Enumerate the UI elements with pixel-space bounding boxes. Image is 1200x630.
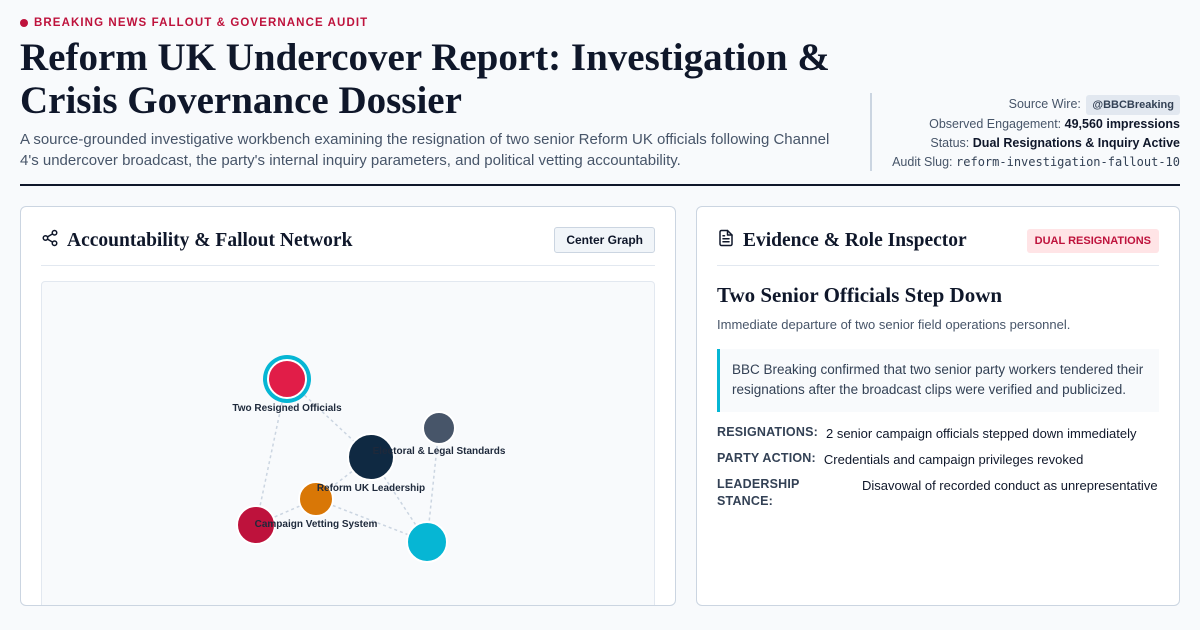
graph-node-label-standards: Electoral & Legal Standards [373, 446, 506, 457]
center-graph-button[interactable]: Center Graph [554, 227, 655, 253]
dossier-meta: Source Wire: @BBCBreaking Observed Engag… [870, 93, 1180, 171]
inspector-body: Two Senior Officials Step Down Immediate… [717, 283, 1159, 510]
network-graph-canvas[interactable]: Two Resigned Officials Reform UK Leadersh… [42, 282, 654, 606]
meta-status-label: Status: [930, 136, 970, 150]
status-badge: DUAL RESIGNATIONS [1026, 229, 1159, 253]
meta-source-label: Source Wire: [1008, 97, 1081, 111]
evidence-quote: BBC Breaking confirmed that two senior p… [717, 349, 1159, 412]
meta-engagement-label: Observed Engagement: [929, 117, 1062, 131]
network-panel-header: Accountability & Fallout Network Center … [41, 227, 655, 266]
header-divider [20, 184, 1180, 186]
network-graph[interactable]: Two Resigned Officials Reform UK Leadersh… [41, 281, 655, 606]
meta-slug-value: reform-investigation-fallout-10 [956, 155, 1180, 169]
graph-node-officials[interactable] [263, 355, 311, 403]
field-key: LEADERSHIP STANCE: [717, 477, 800, 508]
field-row: LEADERSHIP STANCE: Disavowal of recorded… [717, 476, 1159, 510]
field-value: 2 senior campaign officials stepped down… [825, 426, 1137, 441]
field-row: PARTY ACTION: Credentials and campaign p… [717, 450, 1159, 470]
meta-status-row: Status: Dual Resignations & Inquiry Acti… [872, 134, 1180, 153]
meta-engagement-row: Observed Engagement: 49,560 impressions [872, 115, 1180, 134]
meta-slug-row: Audit Slug: reform-investigation-fallout… [872, 153, 1180, 172]
field-value: Credentials and campaign privileges revo… [823, 452, 1084, 467]
kicker-text: BREAKING NEWS FALLOUT & GOVERNANCE AUDIT [34, 17, 369, 29]
graph-node-circle[interactable] [347, 433, 395, 481]
graph-node-leadership[interactable] [347, 433, 395, 481]
meta-slug-label: Audit Slug: [892, 155, 953, 169]
field-value: Disavowal of recorded conduct as unrepre… [862, 478, 1158, 493]
field-key: PARTY ACTION: [717, 451, 816, 465]
inspector-panel: Evidence & Role Inspector DUAL RESIGNATI… [696, 206, 1180, 606]
network-panel-title: Accountability & Fallout Network [41, 227, 352, 254]
network-title-text: Accountability & Fallout Network [67, 229, 353, 251]
graph-node-circle[interactable] [422, 411, 456, 445]
live-dot-icon [20, 19, 28, 27]
graph-node-circle[interactable] [267, 359, 307, 399]
page-subtitle: A source-grounded investigative workbenc… [20, 131, 830, 169]
inspector-title-text: Evidence & Role Inspector [743, 229, 967, 251]
meta-source-row: Source Wire: @BBCBreaking [872, 93, 1180, 115]
field-key: RESIGNATIONS: [717, 425, 818, 439]
meta-engagement-value: 49,560 impressions [1064, 117, 1180, 131]
graph-node-label-leadership: Reform UK Leadership [317, 483, 425, 494]
network-panel: Accountability & Fallout Network Center … [20, 206, 676, 606]
breaking-kicker: BREAKING NEWS FALLOUT & GOVERNANCE AUDIT [20, 17, 368, 29]
graph-node-label-vetting: Campaign Vetting System [255, 519, 378, 530]
inspector-heading: Two Senior Officials Step Down [717, 283, 1003, 307]
graph-node-label-officials: Two Resigned Officials [232, 403, 342, 414]
inspector-panel-header: Evidence & Role Inspector DUAL RESIGNATI… [717, 227, 1159, 266]
source-wire-badge[interactable]: @BBCBreaking [1086, 95, 1180, 115]
document-icon [717, 229, 735, 253]
page: BREAKING NEWS FALLOUT & GOVERNANCE AUDIT… [20, 0, 1180, 630]
inspector-summary: Immediate departure of two senior field … [717, 317, 1071, 332]
inspector-panel-title: Evidence & Role Inspector [717, 227, 967, 254]
graph-node-circle[interactable] [406, 521, 448, 563]
meta-status-value: Dual Resignations & Inquiry Active [972, 136, 1180, 150]
graph-node-standards[interactable] [422, 411, 456, 445]
page-title: Reform UK Undercover Report: Investigati… [20, 36, 830, 122]
share-icon [41, 229, 59, 253]
graph-node-inquiry[interactable] [406, 521, 448, 563]
field-row: RESIGNATIONS: 2 senior campaign official… [717, 424, 1159, 444]
